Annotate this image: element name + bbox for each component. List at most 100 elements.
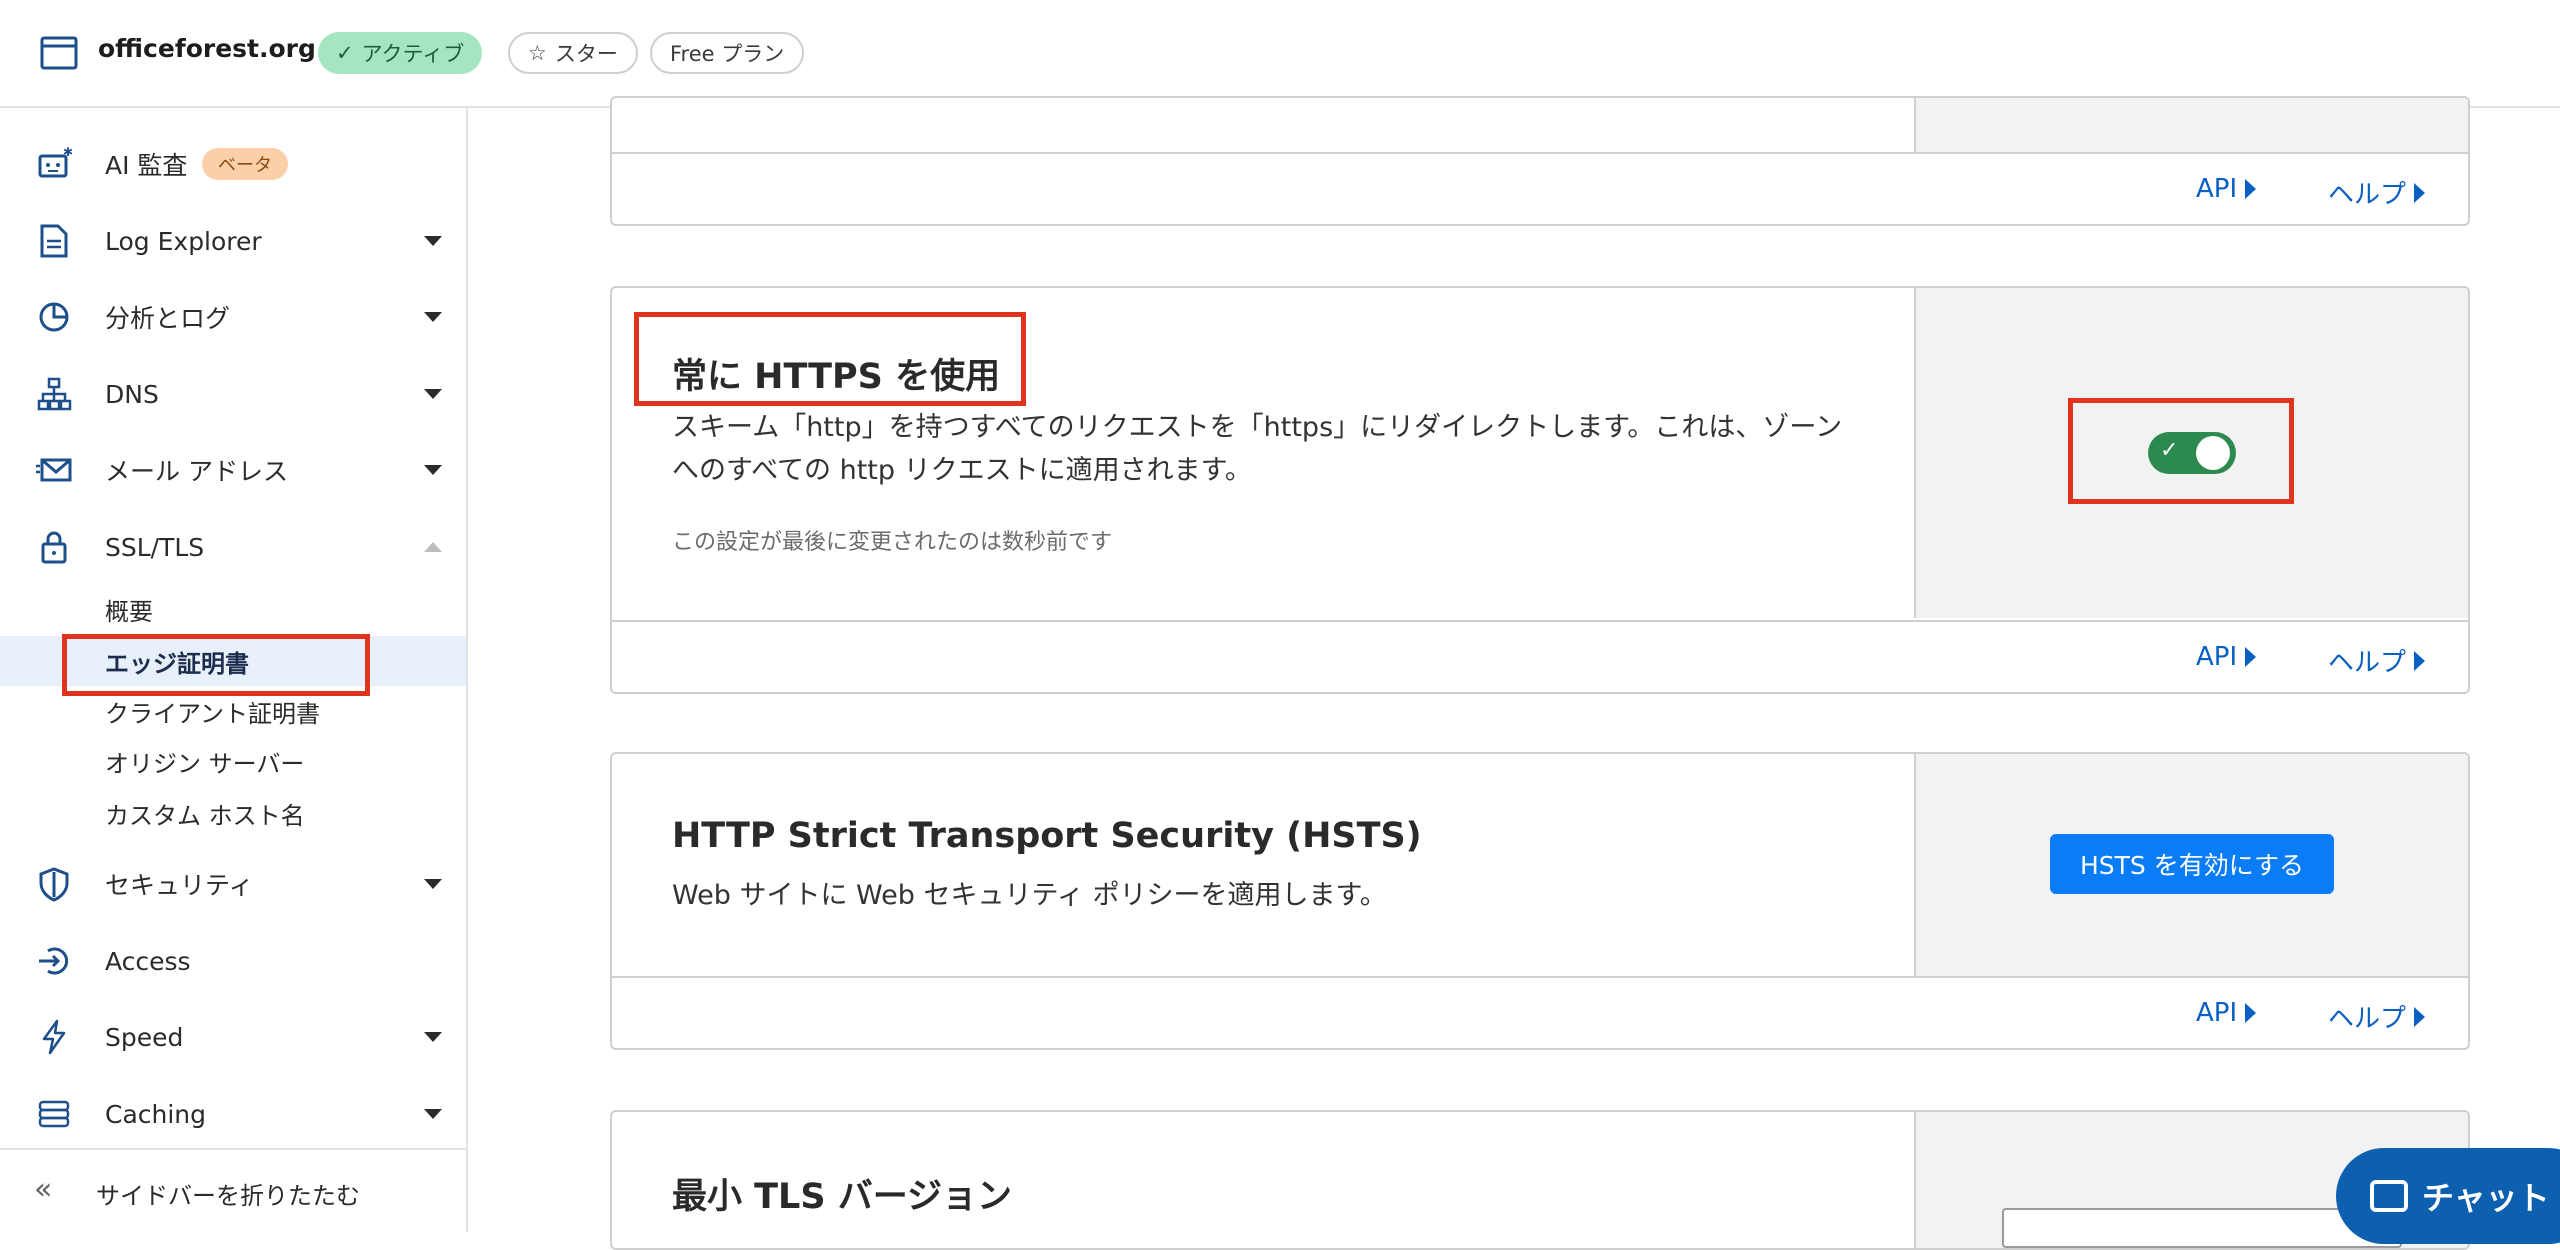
help-link-label: ヘルプ	[2328, 1004, 2407, 1034]
card-footer: API ヘルプ	[612, 976, 2468, 1048]
sidebar-item-analytics[interactable]: 分析とログ	[0, 287, 466, 347]
arrow-right-icon	[2414, 182, 2426, 203]
sidebar-subitem-edge-certificates[interactable]: エッジ証明書	[0, 636, 466, 686]
lightning-icon	[42, 1019, 66, 1055]
sidebar-subitem-overview[interactable]: 概要	[0, 584, 466, 634]
card-last-modified: この設定が最後に変更されたのは数秒前です	[672, 530, 1113, 555]
chevron-down-icon[interactable]	[424, 465, 442, 475]
card-title: HTTP Strict Transport Security (HSTS)	[672, 816, 1422, 856]
card-footer: API ヘルプ	[612, 152, 2468, 224]
card-control-area	[1914, 98, 2468, 154]
settings-card-always-https: 常に HTTPS を使用 スキーム「http」を持つすべてのリクエストを「htt…	[610, 286, 2470, 694]
card-title: 常に HTTPS を使用	[672, 357, 1001, 397]
browser-window-icon	[40, 36, 78, 70]
sidebar-item-speed[interactable]: Speed	[0, 1007, 466, 1067]
chat-bubble-icon	[2370, 1180, 2408, 1212]
help-link[interactable]: ヘルプ	[2328, 174, 2426, 211]
help-link-label: ヘルプ	[2328, 648, 2407, 678]
chevron-down-icon[interactable]	[424, 1109, 442, 1119]
chat-button[interactable]: チャット	[2336, 1148, 2560, 1244]
sidebar-item-label: Caching	[105, 1099, 207, 1129]
star-label: スター	[554, 42, 618, 66]
svg-text:✱: ✱	[63, 146, 72, 159]
chevron-down-icon[interactable]	[424, 879, 442, 889]
sidebar-subitem-custom-hostnames[interactable]: カスタム ホスト名	[0, 788, 466, 838]
chat-label: チャット	[2422, 1179, 2550, 1217]
api-link[interactable]: API	[2196, 642, 2257, 672]
api-link-label: API	[2196, 642, 2238, 672]
sidebar-item-label: Access	[105, 946, 191, 976]
help-link-label: ヘルプ	[2328, 180, 2407, 210]
plan-label: Free プラン	[670, 42, 785, 66]
sidebar-item-label: DNS	[105, 379, 159, 409]
card-footer: API ヘルプ	[612, 620, 2468, 692]
sidebar-item-label: メール アドレス	[105, 457, 288, 486]
double-chevron-left-icon: «	[34, 1172, 53, 1207]
lock-icon	[41, 531, 67, 564]
email-icon	[36, 458, 72, 482]
plan-badge[interactable]: Free プラン	[650, 32, 805, 74]
check-icon: ✓	[2160, 438, 2179, 463]
sidebar-subitem-label: クライアント証明書	[105, 699, 321, 728]
sidebar-item-label: AI 監査	[105, 151, 188, 180]
api-link-label: API	[2196, 998, 2238, 1028]
sidebar-item-email[interactable]: メール アドレス	[0, 440, 466, 500]
sidebar-item-label: 分析とログ	[105, 304, 231, 333]
settings-card-hsts: HTTP Strict Transport Security (HSTS) We…	[610, 752, 2470, 1050]
chevron-down-icon[interactable]	[424, 1032, 442, 1042]
star-button[interactable]: ☆ スター	[508, 32, 638, 74]
arrow-right-icon	[2245, 1003, 2257, 1023]
settings-card-previous: API ヘルプ	[610, 96, 2470, 226]
sidebar-item-label: SSL/TLS	[105, 532, 205, 562]
site-name[interactable]: officeforest.org	[98, 34, 316, 63]
shield-icon	[39, 867, 69, 902]
sidebar: ✱ AI 監査 ベータ Log Explorer 分析とログ DNS メール ア…	[0, 108, 468, 1232]
sidebar-subitem-label: 概要	[105, 597, 153, 626]
arrow-right-icon	[2245, 647, 2257, 667]
help-link[interactable]: ヘルプ	[2328, 998, 2426, 1035]
arrow-right-icon	[2414, 1006, 2426, 1027]
sidebar-item-dns[interactable]: DNS	[0, 364, 466, 424]
sidebar-item-ai-audit[interactable]: ✱ AI 監査 ベータ	[0, 134, 466, 194]
card-title: 最小 TLS バージョン	[672, 1177, 1013, 1217]
collapse-sidebar-button[interactable]: « サイドバーを折りたたむ	[0, 1148, 466, 1232]
collapse-sidebar-label: サイドバーを折りたたむ	[96, 1182, 360, 1210]
network-tree-icon	[37, 377, 72, 411]
enable-hsts-button[interactable]: HSTS を有効にする	[2050, 834, 2334, 894]
access-icon	[39, 947, 69, 975]
sidebar-item-log-explorer[interactable]: Log Explorer	[0, 211, 466, 271]
api-link[interactable]: API	[2196, 998, 2257, 1028]
sidebar-item-label: Speed	[105, 1022, 184, 1052]
help-link[interactable]: ヘルプ	[2328, 642, 2426, 679]
top-bar: officeforest.org ✓ アクティブ ☆ スター Free プラン	[0, 0, 2560, 108]
check-icon: ✓	[336, 41, 354, 65]
sidebar-item-ssl-tls[interactable]: SSL/TLS	[0, 517, 466, 577]
sidebar-item-security[interactable]: セキュリティ	[0, 854, 466, 914]
toggle-knob	[2196, 436, 2230, 470]
sidebar-item-caching[interactable]: Caching	[0, 1084, 466, 1144]
status-badge-label: アクティブ	[361, 42, 465, 66]
sidebar-subitem-origin-server[interactable]: オリジン サーバー	[0, 736, 466, 786]
always-https-toggle[interactable]: ✓	[2148, 432, 2236, 474]
chevron-up-icon[interactable]	[424, 542, 442, 552]
card-description: Web サイトに Web セキュリティ ポリシーを適用します。	[672, 880, 1387, 911]
chevron-down-icon[interactable]	[424, 312, 442, 322]
log-document-icon	[40, 224, 68, 258]
star-icon: ☆	[528, 41, 547, 65]
caching-icon	[38, 1100, 70, 1128]
arrow-right-icon	[2414, 650, 2426, 671]
arrow-right-icon	[2245, 179, 2257, 199]
api-link[interactable]: API	[2196, 174, 2257, 204]
sidebar-subitem-label: カスタム ホスト名	[105, 801, 305, 830]
sidebar-item-access[interactable]: Access	[0, 931, 466, 991]
ai-robot-icon: ✱	[38, 146, 72, 178]
sidebar-subitem-label: エッジ証明書	[105, 649, 249, 678]
sidebar-item-label: Log Explorer	[105, 226, 262, 256]
chevron-down-icon[interactable]	[424, 389, 442, 399]
sidebar-item-label: セキュリティ	[105, 871, 254, 900]
sidebar-subitem-client-certificates[interactable]: クライアント証明書	[0, 686, 466, 736]
chevron-down-icon[interactable]	[424, 236, 442, 246]
api-link-label: API	[2196, 174, 2238, 204]
card-description: スキーム「http」を持つすべてのリクエストを「https」にリダイレクトします…	[672, 412, 1843, 486]
sidebar-subitem-label: オリジン サーバー	[105, 749, 305, 778]
